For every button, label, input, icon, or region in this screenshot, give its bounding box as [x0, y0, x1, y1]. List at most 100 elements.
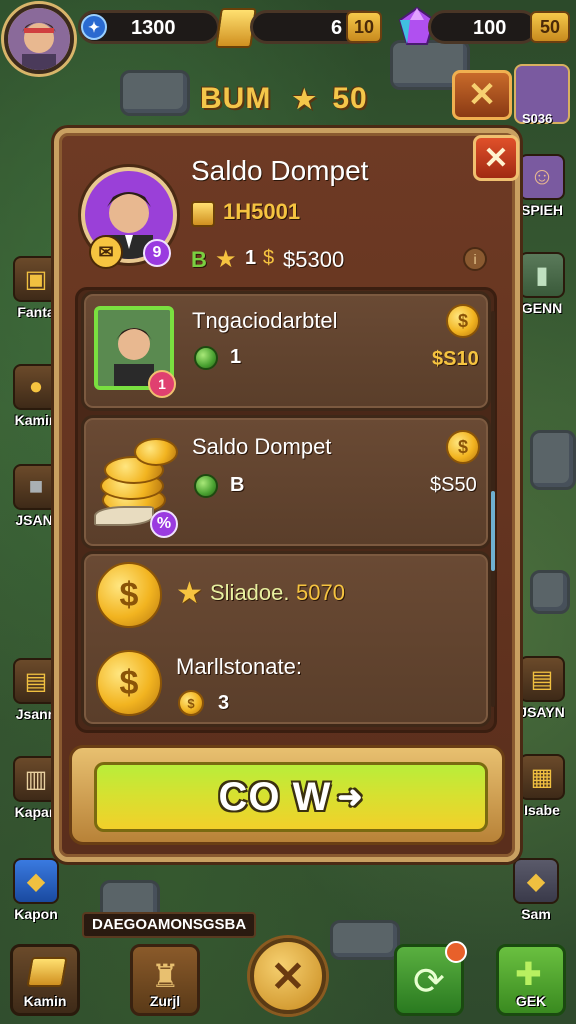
right-sidebar-item[interactable]: ◆ Sam [508, 850, 564, 922]
gems-counter: 100 [428, 10, 538, 44]
gold-plus-button[interactable]: 10 [346, 11, 382, 43]
right-sidebar-label: GENN [521, 300, 563, 316]
energy-icon: ✦ [81, 14, 107, 40]
left-sidebar-label: Jsann [15, 706, 57, 722]
gold-plus-label: 10 [353, 16, 375, 37]
gold-nugget-icon: ◆ [513, 858, 559, 904]
summary-card: $ ★ Sliadoe. 5070 $ Marllstonate: $ 3 [81, 551, 491, 727]
item-title: Tngaciodarbtel [192, 308, 338, 333]
character-icon: ☺ [519, 154, 565, 200]
bonus-title: BUM ★ 50 [200, 82, 368, 116]
info-icon: i [473, 251, 477, 267]
right-sidebar-label: Isabe [524, 802, 560, 818]
reward-close-button[interactable]: ✕ [452, 70, 512, 120]
summary-line2-qty: 3 [218, 692, 230, 714]
gems-value: 100 [473, 17, 507, 39]
big-coin-icon: $ [96, 650, 162, 716]
energy-counter: ✦ 1300 [78, 10, 220, 44]
rank-letter: B [191, 247, 207, 272]
left-sidebar-item[interactable]: ◆ Kapon [8, 850, 64, 922]
info-button[interactable]: i [463, 247, 487, 271]
list-scrollbar-thumb[interactable] [491, 491, 495, 571]
dialog-close-button[interactable]: ✕ [473, 135, 519, 181]
dialog-title: Saldo Dompet [191, 155, 369, 186]
puzzle-icon: ✚ [515, 956, 542, 992]
star-icon: ★ [215, 246, 237, 273]
top-hud: ✦ 1300 6 10 100 50 [0, 0, 576, 74]
blue-chest-icon: ◆ [13, 858, 59, 904]
green-coin-icon [194, 474, 218, 498]
confirm-button-label: CO W [218, 774, 332, 819]
summary-line1-label: Sliadoe. [210, 580, 290, 605]
chest-icon: ▣ [13, 256, 59, 302]
list-item[interactable]: % Saldo Dompet B $ $S50 [81, 415, 491, 549]
gems-plus-button[interactable]: 50 [530, 11, 570, 43]
gems-plus-label: 50 [539, 16, 561, 37]
arrow-icon: ➜ [337, 780, 364, 814]
chat-icon: ✉ [98, 241, 114, 262]
item-title: Saldo Dompet [192, 434, 332, 459]
item-badge-text: 1 [158, 376, 166, 392]
footer-banner-text: DAEGOAMONSGSBA [92, 916, 247, 933]
left-sidebar-label: JSANI [15, 512, 57, 528]
bottom-button-refresh[interactable]: ⟳ [394, 941, 467, 1016]
item-qty: B [230, 474, 245, 496]
left-sidebar-label: Kamin [14, 412, 58, 428]
item-price: $S10 [432, 348, 479, 370]
list-scrollbar[interactable] [491, 311, 495, 707]
stone-block-icon: ■ [13, 464, 59, 510]
left-sidebar-label: Fanta [17, 304, 55, 320]
summary-line2-label: Marllstonate: [176, 654, 302, 679]
confirm-button[interactable]: CO W ➜ [94, 762, 488, 832]
reward-avatar[interactable]: S036 [514, 64, 570, 126]
gold-value: 6 [331, 17, 343, 39]
refresh-icon: ⟳ [413, 961, 445, 1003]
stars-count: 1 [245, 247, 257, 269]
bottom-button-label: Kamin [23, 993, 67, 1009]
item-badge: 1 [148, 370, 176, 398]
background-rock [530, 570, 570, 614]
close-icon: ✕ [483, 141, 509, 175]
item-qty: 1 [230, 346, 242, 368]
background-rock [530, 430, 576, 490]
right-sidebar-label: SPIEH [520, 202, 563, 218]
bottom-button-zurjl[interactable]: ♜ Zurjl [130, 944, 200, 1016]
bottom-button-gek[interactable]: ✚ GEK [496, 944, 566, 1016]
close-icon: ✕ [467, 76, 497, 114]
bottom-close-button[interactable]: ✕ [250, 938, 326, 1014]
list-item[interactable]: 1 Tngaciodarbtel 1 $ $S10 [81, 291, 491, 411]
right-sidebar-label: JSAYN [519, 704, 565, 720]
balance-row: 1H5001 [191, 199, 451, 229]
bonus-title-text: BUM [200, 82, 272, 115]
right-sidebar-item[interactable]: ▮ GENN [514, 244, 570, 316]
bottom-button-kamin[interactable]: Kamin [10, 944, 80, 1016]
bottom-button-label: GEK [515, 993, 547, 1009]
energy-value: 1300 [131, 17, 176, 39]
scroll-icon: ▥ [13, 756, 59, 802]
stars-price: $5300 [283, 247, 345, 272]
player-avatar[interactable] [4, 4, 74, 74]
coin-icon: $ [446, 304, 480, 338]
big-coin-icon: $ [96, 562, 162, 628]
gold-block-icon: ▦ [519, 754, 565, 800]
gold-bar-icon [191, 201, 215, 227]
bonus-value: 50 [332, 82, 368, 115]
right-sidebar-item[interactable]: ☺ SPIEH [514, 146, 570, 218]
right-sidebar-label: Sam [521, 906, 551, 922]
gold-crate-icon: ▤ [519, 656, 565, 702]
star-icon: ★ [292, 84, 317, 114]
rank-row: B ★ 1 $ $5300 [191, 245, 491, 275]
balance-value: 1H5001 [223, 199, 301, 224]
green-coin-icon [194, 346, 218, 370]
right-sidebar-item[interactable]: ▤ JSAYN [514, 648, 570, 720]
wallet-dialog: ✕ ✉ 9 Saldo Dompet 1H5001 B ★ 1 $ $5300 … [54, 128, 520, 862]
level-icon: 9 [152, 244, 162, 261]
right-sidebar-item[interactable]: ▦ Isabe [514, 746, 570, 818]
close-icon: ✕ [270, 952, 306, 1000]
coins-icon: ● [13, 364, 59, 410]
left-sidebar-label: Kapan [14, 804, 58, 820]
avatar-chat-badge: ✉ [89, 235, 123, 269]
footer-banner: DAEGOAMONSGSBA [82, 912, 257, 938]
summary-line1-value: 5070 [296, 580, 345, 605]
item-badge-text: % [156, 515, 172, 532]
